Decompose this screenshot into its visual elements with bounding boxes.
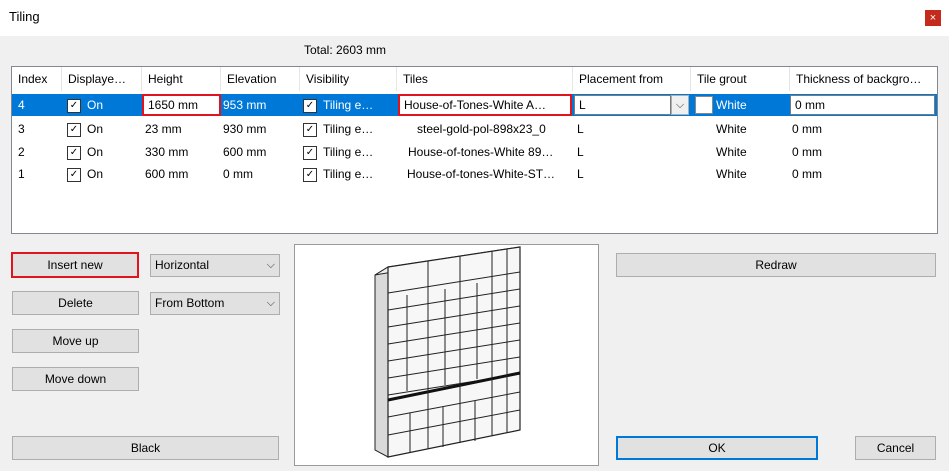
close-icon[interactable]: ×: [925, 10, 941, 26]
visibility-cell[interactable]: ✓ Tiling e…: [303, 141, 373, 163]
start-position-select[interactable]: From Bottom ⌵: [150, 292, 280, 315]
total-length-label: Total: 2603 mm: [303, 43, 387, 57]
height-cell[interactable]: 23 mm: [145, 118, 182, 140]
displayed-cell[interactable]: ✓ On: [67, 94, 103, 116]
grout-color-swatch[interactable]: [695, 96, 713, 114]
window-title: Tiling: [9, 9, 40, 24]
grout-cell[interactable]: White: [716, 118, 747, 140]
wall-preview-image: [374, 246, 521, 458]
column-header-index[interactable]: Index: [12, 67, 62, 91]
tiles-cell[interactable]: steel-gold-pol-898x23_0: [417, 118, 546, 140]
elevation-cell[interactable]: 0 mm: [223, 163, 253, 185]
chevron-down-icon: ⌵: [266, 297, 275, 309]
move-up-button[interactable]: Move up: [12, 329, 139, 353]
column-header-elevation[interactable]: Elevation: [221, 67, 300, 91]
chevron-down-icon[interactable]: ⌵: [671, 95, 689, 115]
ok-button[interactable]: OK: [616, 436, 818, 460]
displayed-label: On: [87, 145, 104, 159]
checkbox-icon[interactable]: ✓: [303, 167, 317, 182]
thickness-cell[interactable]: 0 mm: [792, 141, 822, 163]
column-header-tiles[interactable]: Tiles: [397, 67, 573, 91]
elevation-cell[interactable]: 930 mm: [223, 118, 266, 140]
checkbox-icon[interactable]: ✓: [67, 167, 81, 182]
chevron-down-icon: ⌵: [266, 259, 275, 271]
row-index: 1: [18, 167, 25, 181]
redraw-button[interactable]: Redraw: [616, 253, 936, 277]
visibility-cell[interactable]: ✓ Tiling e…: [303, 94, 373, 116]
insert-new-button[interactable]: Insert new: [11, 252, 139, 278]
placement-select[interactable]: L: [574, 95, 671, 115]
visibility-label: Tiling e…: [323, 98, 374, 112]
displayed-cell[interactable]: ✓ On: [67, 163, 103, 185]
height-cell[interactable]: 330 mm: [145, 141, 188, 163]
displayed-label: On: [87, 122, 104, 136]
row-index: 4: [18, 98, 25, 112]
visibility-cell[interactable]: ✓ Tiling e…: [303, 118, 373, 140]
placement-cell[interactable]: L: [577, 118, 584, 140]
column-header-placement[interactable]: Placement from: [573, 67, 691, 91]
tiles-cell[interactable]: House-of-tones-White 89…: [408, 141, 553, 163]
height-input[interactable]: 1650 mm: [142, 94, 221, 116]
tiles-cell[interactable]: House-of-tones-White-ST…: [407, 163, 555, 185]
delete-button[interactable]: Delete: [12, 291, 139, 315]
column-header-tile-grout[interactable]: Tile grout: [691, 67, 790, 91]
table-row[interactable]: 3 ✓ On 23 mm 930 mm ✓ Tiling e… steel-gold…: [12, 118, 937, 140]
orientation-select[interactable]: Horizontal ⌵: [150, 254, 280, 277]
column-header-thickness[interactable]: Thickness of backgro…: [790, 67, 937, 91]
cancel-button[interactable]: Cancel: [855, 436, 936, 460]
grout-cell[interactable]: White: [716, 163, 747, 185]
orientation-value: Horizontal: [155, 258, 210, 272]
checkbox-icon[interactable]: ✓: [67, 122, 81, 137]
placement-cell[interactable]: L: [577, 141, 584, 163]
checkbox-icon[interactable]: ✓: [303, 145, 317, 160]
displayed-cell[interactable]: ✓ On: [67, 141, 103, 163]
thickness-cell[interactable]: 0 mm: [792, 163, 822, 185]
displayed-label: On: [87, 98, 104, 112]
grout-cell[interactable]: White: [716, 94, 747, 116]
elevation-cell[interactable]: 600 mm: [223, 141, 266, 163]
table-header: Index Displaye… Height Elevation Visibil…: [12, 67, 937, 91]
tiling-preview: [294, 244, 599, 466]
visibility-label: Tiling e…: [323, 167, 374, 181]
row-index: 2: [18, 145, 25, 159]
table-row[interactable]: 1 ✓ On 600 mm 0 mm ✓ Tiling e… House-of-to…: [12, 163, 937, 185]
height-cell[interactable]: 600 mm: [145, 163, 188, 185]
checkbox-icon[interactable]: ✓: [303, 122, 317, 137]
column-header-visibility[interactable]: Visibility: [300, 67, 397, 91]
column-header-height[interactable]: Height: [142, 67, 221, 91]
elevation-cell[interactable]: 953 mm: [223, 94, 266, 116]
column-header-displayed[interactable]: Displaye…: [62, 67, 142, 91]
placement-cell[interactable]: L: [577, 163, 584, 185]
row-index: 3: [18, 122, 25, 136]
title-bar: Tiling ×: [0, 0, 949, 36]
displayed-cell[interactable]: ✓ On: [67, 118, 103, 140]
thickness-cell[interactable]: 0 mm: [792, 118, 822, 140]
start-position-value: From Bottom: [155, 296, 225, 310]
visibility-label: Tiling e…: [323, 145, 374, 159]
table-row[interactable]: 2 ✓ On 330 mm 600 mm ✓ Tiling e… House-of-…: [12, 141, 937, 163]
checkbox-icon[interactable]: ✓: [67, 145, 81, 160]
tiling-layers-table[interactable]: Index Displaye… Height Elevation Visibil…: [11, 66, 938, 234]
black-button[interactable]: Black: [12, 436, 279, 460]
checkbox-icon[interactable]: ✓: [303, 98, 317, 113]
table-row[interactable]: 4 ✓ On 1650 mm 953 mm ✓ Tiling e… House-of…: [12, 94, 937, 116]
visibility-label: Tiling e…: [323, 122, 374, 136]
thickness-input[interactable]: 0 mm: [790, 95, 935, 115]
tiles-input[interactable]: House-of-Tones-White A…: [398, 94, 572, 116]
visibility-cell[interactable]: ✓ Tiling e…: [303, 163, 373, 185]
grout-cell[interactable]: White: [716, 141, 747, 163]
checkbox-icon[interactable]: ✓: [67, 98, 81, 113]
displayed-label: On: [87, 167, 104, 181]
move-down-button[interactable]: Move down: [12, 367, 139, 391]
